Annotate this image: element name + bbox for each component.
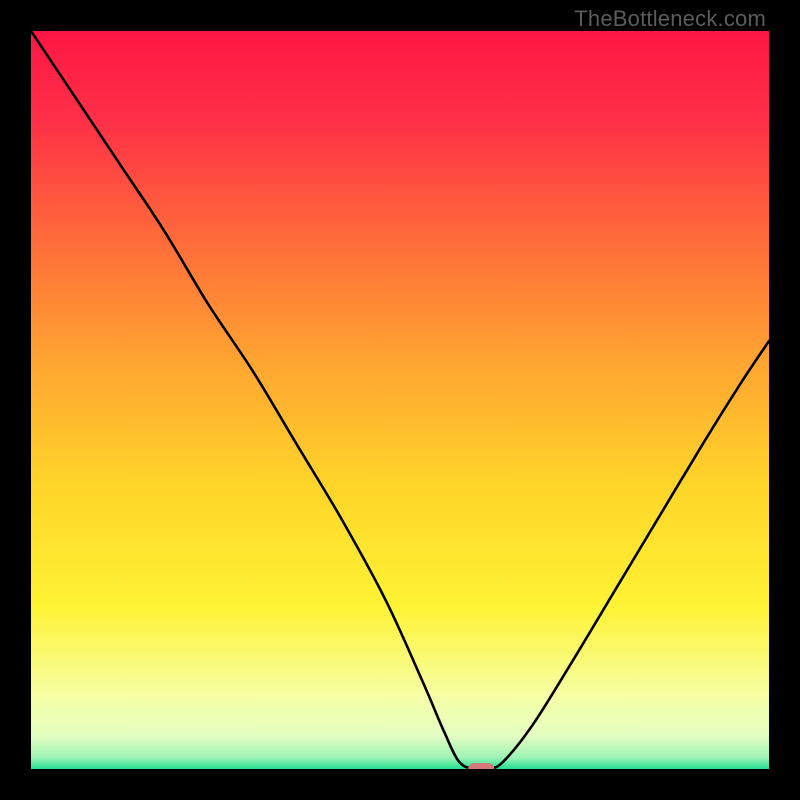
plot-area <box>31 31 769 769</box>
chart-background <box>31 31 769 769</box>
chart-svg <box>31 31 769 769</box>
chart-frame: TheBottleneck.com <box>0 0 800 800</box>
watermark-text: TheBottleneck.com <box>574 6 766 32</box>
min-point-marker <box>468 763 494 769</box>
